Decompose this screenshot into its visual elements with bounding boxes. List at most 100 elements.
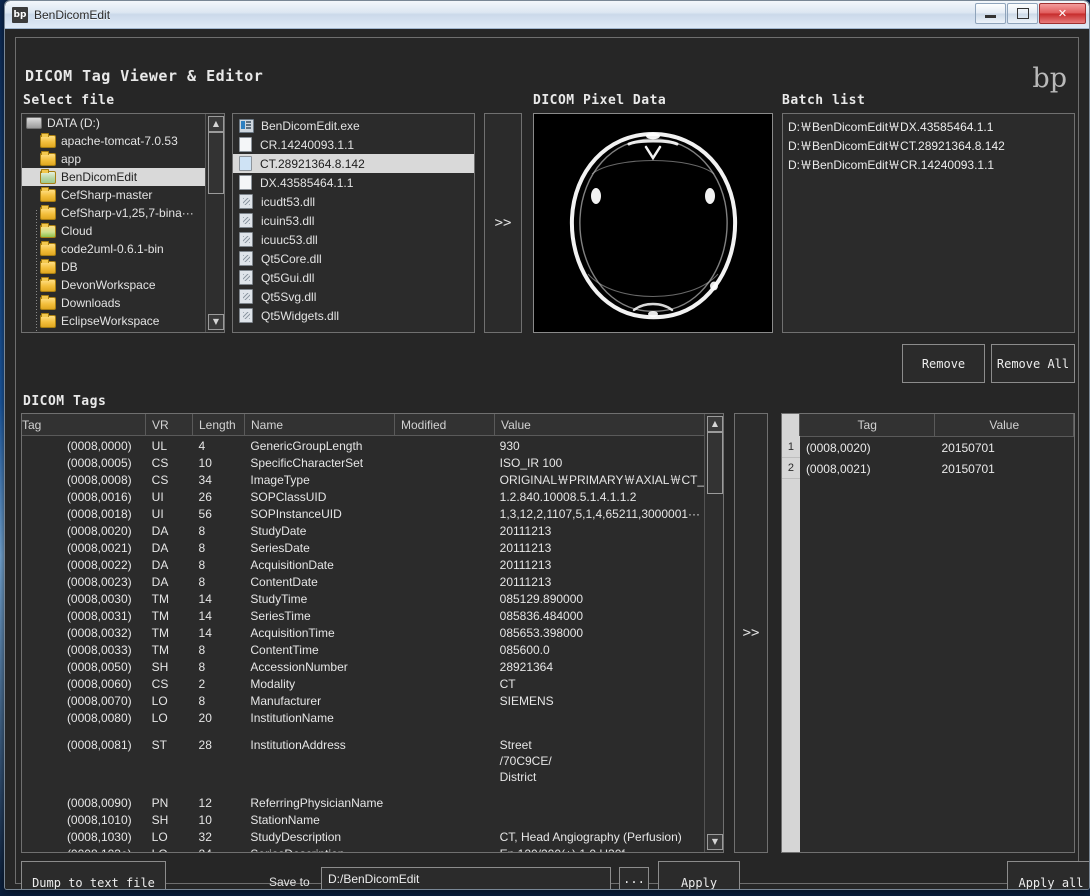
column-header-length[interactable]: Length	[193, 414, 245, 435]
section-label-select-file: Select file	[23, 93, 115, 108]
table-row[interactable]: (0008,0030)TM14StudyTime085129.890000	[22, 591, 705, 608]
file-list[interactable]: BenDicomEdit.exe CR.14240093.1.1 CT.289213…	[232, 113, 475, 333]
edited-tags-table[interactable]: Tag Value 1(0008,0020)201507012(0008,002…	[781, 413, 1075, 853]
tree-item[interactable]: code2uml-0.6.1-bin	[22, 240, 206, 258]
batch-list-item[interactable]: D:￦BenDicomEdit￦CR.14240093.1.1	[783, 155, 1074, 174]
remove-all-button[interactable]: Remove All	[991, 344, 1075, 383]
cell-modified	[394, 523, 494, 540]
folder-icon	[40, 315, 56, 328]
tree-item[interactable]: CefSharp-v1,25,7-bina···	[22, 204, 206, 222]
browse-folder-button[interactable]: ...	[619, 867, 649, 890]
table-row[interactable]: (0008,0033)TM8ContentTime085600.0	[22, 642, 705, 659]
file-list-item[interactable]: icudt53.dll	[233, 192, 474, 211]
edited-table-row[interactable]: 2(0008,0021)20150701	[782, 458, 1074, 479]
dump-to-text-file-button[interactable]: Dump to text file	[21, 861, 166, 890]
edited-cell-value[interactable]: 20150701	[935, 458, 1074, 479]
directory-tree[interactable]: DATA (D:) apache-tomcat-7.0.53appBenDico…	[21, 113, 225, 333]
tags-scrollbar-thumb[interactable]	[707, 432, 723, 494]
scroll-down-icon[interactable]: ▼	[208, 314, 224, 330]
file-list-item[interactable]: CR.14240093.1.1	[233, 135, 474, 154]
tree-scrollbar-thumb[interactable]	[208, 132, 224, 194]
cell-length: 32	[193, 829, 245, 846]
table-row[interactable]: (0008,0060)CS2ModalityCT	[22, 676, 705, 693]
table-row[interactable]: (0008,0008)CS34ImageTypeORIGINAL￦PRIMARY…	[22, 472, 705, 489]
scroll-up-icon[interactable]: ▲	[208, 116, 224, 132]
edited-column-header-tag[interactable]: Tag	[800, 414, 936, 436]
cell-value: 1.2.840.10008.5.1.4.1.1.2	[494, 489, 705, 506]
table-row[interactable]: (0008,0050)SH8AccessionNumber28921364	[22, 659, 705, 676]
file-list-item[interactable]: icuin53.dll	[233, 211, 474, 230]
remove-button[interactable]: Remove	[902, 344, 985, 383]
table-row[interactable]: (0008,0018)UI56SOPInstanceUID1,3,12,2,11…	[22, 506, 705, 523]
tree-item[interactable]: BenDicomEdit	[22, 168, 206, 186]
file-list-item-label: CR.14240093.1.1	[260, 138, 354, 152]
add-to-edit-list-button[interactable]: >>	[734, 413, 768, 853]
tree-item[interactable]: app	[22, 150, 206, 168]
tags-scroll-up-icon[interactable]: ▲	[707, 416, 723, 432]
cell-vr: TM	[146, 591, 193, 608]
table-row[interactable]: (0008,0016)UI26SOPClassUID1.2.840.10008.…	[22, 489, 705, 506]
cell-vr: CS	[146, 455, 193, 472]
batch-list-item[interactable]: D:￦BenDicomEdit￦CT.28921364.8.142	[783, 136, 1074, 155]
table-row[interactable]: (0008,0032)TM14AcquisitionTime085653.398…	[22, 625, 705, 642]
tree-item[interactable]: apache-tomcat-7.0.53	[22, 132, 206, 150]
file-list-item[interactable]: Qt5Svg.dll	[233, 287, 474, 306]
file-list-item[interactable]: icuuc53.dll	[233, 230, 474, 249]
tags-scroll-down-icon[interactable]: ▼	[707, 834, 723, 850]
tree-item[interactable]: CefSharp-master	[22, 186, 206, 204]
cell-value: 085653.398000	[494, 625, 705, 642]
table-row[interactable]: (0008,0000)UL4GenericGroupLength930	[22, 438, 705, 455]
batch-list-item[interactable]: D:￦BenDicomEdit￦DX.43585464.1.1	[783, 117, 1074, 136]
file-list-item[interactable]: Qt5Widgets.dll	[233, 306, 474, 325]
table-row[interactable]: (0008,0005)CS10SpecificCharacterSetISO_I…	[22, 455, 705, 472]
table-row[interactable]: (0008,0020)DA8StudyDate20111213	[22, 523, 705, 540]
table-row[interactable]: (0008,0080)LO20InstitutionName	[22, 710, 705, 727]
table-row[interactable]: (0008,0023)DA8ContentDate20111213	[22, 574, 705, 591]
apply-button[interactable]: Apply	[658, 861, 740, 890]
cell-tag: (0008,0020)	[22, 523, 146, 540]
apply-all-button-label: Apply all	[1018, 876, 1083, 890]
cell-tag: (0008,0081)	[22, 727, 146, 795]
column-header-name[interactable]: Name	[245, 414, 395, 435]
save-path-input[interactable]: D:/BenDicomEdit	[321, 867, 611, 890]
table-row[interactable]: (0008,103e)LO24SeriesDescriptionEn 120/2…	[22, 846, 705, 852]
tree-item[interactable]: DB	[22, 258, 206, 276]
column-header-tag[interactable]: Tag	[22, 414, 146, 435]
maximize-button[interactable]	[1007, 3, 1038, 24]
apply-all-button[interactable]: Apply all	[1007, 861, 1090, 890]
column-header-vr[interactable]: VR	[146, 414, 193, 435]
minimize-button[interactable]	[975, 3, 1006, 24]
dicom-tags-scrollbar[interactable]: ▲ ▼	[704, 414, 723, 852]
tree-item[interactable]: Downloads	[22, 294, 206, 312]
close-button[interactable]: ✕	[1039, 3, 1086, 24]
file-list-item[interactable]: BenDicomEdit.exe	[233, 116, 474, 135]
add-to-batch-button[interactable]: >>	[484, 113, 522, 333]
batch-list[interactable]: D:￦BenDicomEdit￦DX.43585464.1.1D:￦BenDic…	[782, 113, 1075, 333]
cell-length: 8	[193, 693, 245, 710]
file-list-item[interactable]: Qt5Core.dll	[233, 249, 474, 268]
tree-item[interactable]: DevonWorkspace	[22, 276, 206, 294]
table-row[interactable]: (0008,1010)SH10StationName	[22, 812, 705, 829]
tree-scrollbar[interactable]: ▲ ▼	[205, 114, 224, 332]
tree-item[interactable]: Cloud	[22, 222, 206, 240]
edited-column-header-value[interactable]: Value	[935, 414, 1074, 436]
table-row[interactable]: (0008,0070)LO8ManufacturerSIEMENS	[22, 693, 705, 710]
maximize-icon	[1017, 8, 1029, 19]
table-row[interactable]: (0008,0031)TM14SeriesTime085836.484000	[22, 608, 705, 625]
tree-root-item[interactable]: DATA (D:)	[22, 114, 206, 132]
cell-name: SeriesDescription	[244, 846, 394, 852]
table-row[interactable]: (0008,1030)LO32StudyDescriptionCT, Head …	[22, 829, 705, 846]
table-row[interactable]: (0008,0081)ST28InstitutionAddressStreet …	[22, 727, 705, 795]
file-list-item[interactable]: Qt5Gui.dll	[233, 268, 474, 287]
file-list-item[interactable]: CT.28921364.8.142	[233, 154, 474, 173]
table-row[interactable]: (0008,0090)PN12ReferringPhysicianName	[22, 795, 705, 812]
column-header-value[interactable]: Value	[495, 414, 707, 435]
tree-item[interactable]: EclipseWorkspace	[22, 312, 206, 330]
edited-table-row[interactable]: 1(0008,0020)20150701	[782, 437, 1074, 458]
edited-cell-value[interactable]: 20150701	[935, 437, 1074, 458]
column-header-modified[interactable]: Modified	[395, 414, 495, 435]
table-row[interactable]: (0008,0022)DA8AcquisitionDate20111213	[22, 557, 705, 574]
dicom-tags-table[interactable]: Tag VR Length Name Modified Value (0008,…	[21, 413, 724, 853]
file-list-item[interactable]: DX.43585464.1.1	[233, 173, 474, 192]
table-row[interactable]: (0008,0021)DA8SeriesDate20111213	[22, 540, 705, 557]
